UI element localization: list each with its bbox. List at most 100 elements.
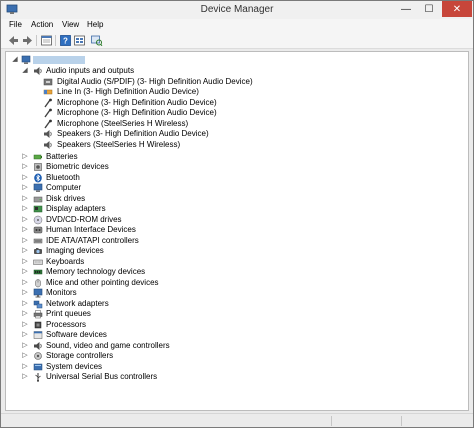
- tree-child-device[interactable]: Microphone (3- High Definition Audio Dev…: [6, 108, 468, 118]
- device-tree[interactable]: ◢ ◢ Audio inputs and outputs Digital Aud…: [5, 51, 469, 411]
- battery-icon: [33, 154, 42, 159]
- category-label: Keyboards: [46, 256, 85, 266]
- menu-action[interactable]: Action: [31, 20, 53, 29]
- tree-category-batteries[interactable]: ▷ Batteries: [6, 152, 468, 162]
- expand-arrow-icon[interactable]: ▷: [21, 216, 29, 224]
- tree-category-human-interface-devices[interactable]: ▷ Human Interface Devices: [6, 225, 468, 235]
- expand-arrow-icon[interactable]: ▷: [21, 258, 29, 266]
- keyboard-icon: [33, 259, 43, 265]
- tree-child-device[interactable]: Digital Audio (S/PDIF) (3- High Definiti…: [6, 77, 468, 87]
- expand-arrow-icon[interactable]: ▷: [21, 342, 29, 350]
- expand-arrow-icon[interactable]: ▷: [21, 363, 29, 371]
- scan-hardware-icon[interactable]: [90, 34, 103, 47]
- expand-arrow-icon[interactable]: ▷: [21, 153, 29, 161]
- properties-icon[interactable]: [40, 34, 53, 47]
- expand-arrow-icon[interactable]: ▷: [21, 195, 29, 203]
- tree-category-universal-serial-bus-controllers[interactable]: ▷ Universal Serial Bus controllers: [6, 372, 468, 382]
- category-label: Disk drives: [46, 193, 86, 203]
- expand-arrow-icon[interactable]: ▷: [21, 247, 29, 255]
- processor-icon: [34, 321, 42, 328]
- maximize-button[interactable]: ☐: [418, 1, 440, 17]
- menu-view[interactable]: View: [62, 20, 79, 29]
- toolbar-separator: [36, 35, 37, 46]
- tree-category-keyboards[interactable]: ▷ Keyboards: [6, 257, 468, 267]
- memory-icon: [33, 269, 43, 275]
- expand-arrow-icon[interactable]: ▷: [21, 310, 29, 318]
- back-arrow-icon[interactable]: [7, 34, 20, 47]
- forward-arrow-icon[interactable]: [21, 34, 34, 47]
- expand-arrow-icon[interactable]: ▷: [21, 174, 29, 182]
- close-icon: ✕: [452, 3, 462, 15]
- expand-arrow-icon[interactable]: ▷: [21, 184, 29, 192]
- speaker-icon: [34, 67, 42, 75]
- menu-file[interactable]: File: [9, 20, 22, 29]
- device-manager-window: Device Manager — ☐ ✕ File Action View He…: [0, 0, 474, 428]
- printer-icon: [33, 310, 43, 319]
- tree-child-device[interactable]: Line In (3- High Definition Audio Device…: [6, 87, 468, 97]
- tree-category-print-queues[interactable]: ▷ Print queues: [6, 309, 468, 319]
- close-button[interactable]: ✕: [442, 1, 472, 17]
- tree-category-computer[interactable]: ▷ Computer: [6, 183, 468, 193]
- expand-arrow-icon[interactable]: ▷: [21, 352, 29, 360]
- expand-arrow-icon[interactable]: ▷: [21, 279, 29, 287]
- category-label: Storage controllers: [46, 351, 114, 360]
- monitor-icon: [33, 288, 43, 298]
- root-computer-name[interactable]: [33, 56, 85, 64]
- tree-child-device[interactable]: Speakers (3- High Definition Audio Devic…: [6, 129, 468, 139]
- tree-category-imaging-devices[interactable]: ▷ Imaging devices: [6, 246, 468, 256]
- toolbar-separator: [55, 35, 56, 46]
- minimize-button[interactable]: —: [395, 1, 417, 17]
- expand-arrow-icon[interactable]: ▷: [21, 205, 29, 213]
- category-label: Batteries: [46, 151, 78, 161]
- tree-root-node[interactable]: ◢: [6, 55, 468, 65]
- tree-category-network-adapters[interactable]: ▷ Network adapters: [6, 299, 468, 309]
- tree-category-biometric-devices[interactable]: ▷ Biometric devices: [6, 162, 468, 172]
- microphone-icon: [44, 98, 52, 107]
- tree-category-processors[interactable]: ▷ Processors: [6, 320, 468, 330]
- expand-arrow-icon[interactable]: ▷: [21, 300, 29, 308]
- tree-category-mice-pointing-devices[interactable]: ▷ Mice and other pointing devices: [6, 278, 468, 288]
- tree-category-software-devices[interactable]: ▷ Software devices: [6, 330, 468, 340]
- device-label: Microphone (3- High Definition Audio Dev…: [57, 108, 217, 117]
- menu-help[interactable]: Help: [87, 20, 103, 29]
- expand-arrow-icon[interactable]: ▷: [21, 237, 29, 245]
- status-field: [401, 416, 471, 426]
- tree-category-dvd-cd-rom-drives[interactable]: ▷ DVD/CD-ROM drives: [6, 215, 468, 225]
- expand-arrow-icon[interactable]: ▷: [21, 268, 29, 276]
- expand-arrow-icon[interactable]: ▷: [21, 226, 29, 234]
- expand-arrow-icon[interactable]: ▷: [21, 321, 29, 329]
- tree-category-system-devices[interactable]: ▷ System devices: [6, 362, 468, 372]
- line-in-icon: [43, 89, 53, 95]
- category-label: Bluetooth: [46, 172, 80, 182]
- tree-category-disk-drives[interactable]: ▷ Disk drives: [6, 194, 468, 204]
- tree-category-ide-ata-atapi-controllers[interactable]: ▷ IDE ATA/ATAPI controllers: [6, 236, 468, 246]
- mouse-icon: [35, 278, 41, 287]
- tree-category-sound-video-game-controllers[interactable]: ▷ Sound, video and game controllers: [6, 341, 468, 351]
- category-label: IDE ATA/ATAPI controllers: [46, 235, 139, 245]
- expand-arrow-icon[interactable]: ▷: [21, 163, 29, 171]
- collapse-arrow-icon[interactable]: ◢: [21, 67, 29, 75]
- help-icon[interactable]: ?: [59, 34, 72, 47]
- tree-category-storage-controllers[interactable]: ▷ Storage controllers: [6, 351, 468, 361]
- grid-view-icon[interactable]: [73, 34, 86, 47]
- tree-category-display-adapters[interactable]: ▷ Display adapters: [6, 204, 468, 214]
- network-adapter-icon: [33, 300, 43, 308]
- expand-arrow-icon[interactable]: ▷: [21, 289, 29, 297]
- tree-child-device[interactable]: Speakers (SteelSeries H Wireless): [6, 140, 468, 150]
- title-bar[interactable]: Device Manager — ☐ ✕: [1, 1, 473, 19]
- category-label: Human Interface Devices: [46, 225, 136, 234]
- tree-category-bluetooth[interactable]: ▷ Bluetooth: [6, 173, 468, 183]
- tree-category-memory-technology-devices[interactable]: ▷ Memory technology devices: [6, 267, 468, 277]
- category-label: Memory technology devices: [46, 267, 146, 276]
- tree-child-device[interactable]: Microphone (3- High Definition Audio Dev…: [6, 98, 468, 108]
- system-device-icon: [33, 363, 43, 370]
- tree-child-device[interactable]: Microphone (SteelSeries H Wireless): [6, 119, 468, 129]
- expand-arrow-icon[interactable]: ▷: [21, 373, 29, 381]
- category-label: Biometric devices: [46, 162, 109, 171]
- tree-category-monitors[interactable]: ▷ Monitors: [6, 288, 468, 298]
- expand-arrow-icon[interactable]: ▷: [21, 331, 29, 339]
- svg-text:?: ?: [63, 37, 68, 46]
- tree-category-audio-inputs-outputs[interactable]: ◢ Audio inputs and outputs: [6, 66, 468, 76]
- category-label: Audio inputs and outputs: [46, 66, 135, 75]
- collapse-arrow-icon[interactable]: ◢: [11, 56, 19, 64]
